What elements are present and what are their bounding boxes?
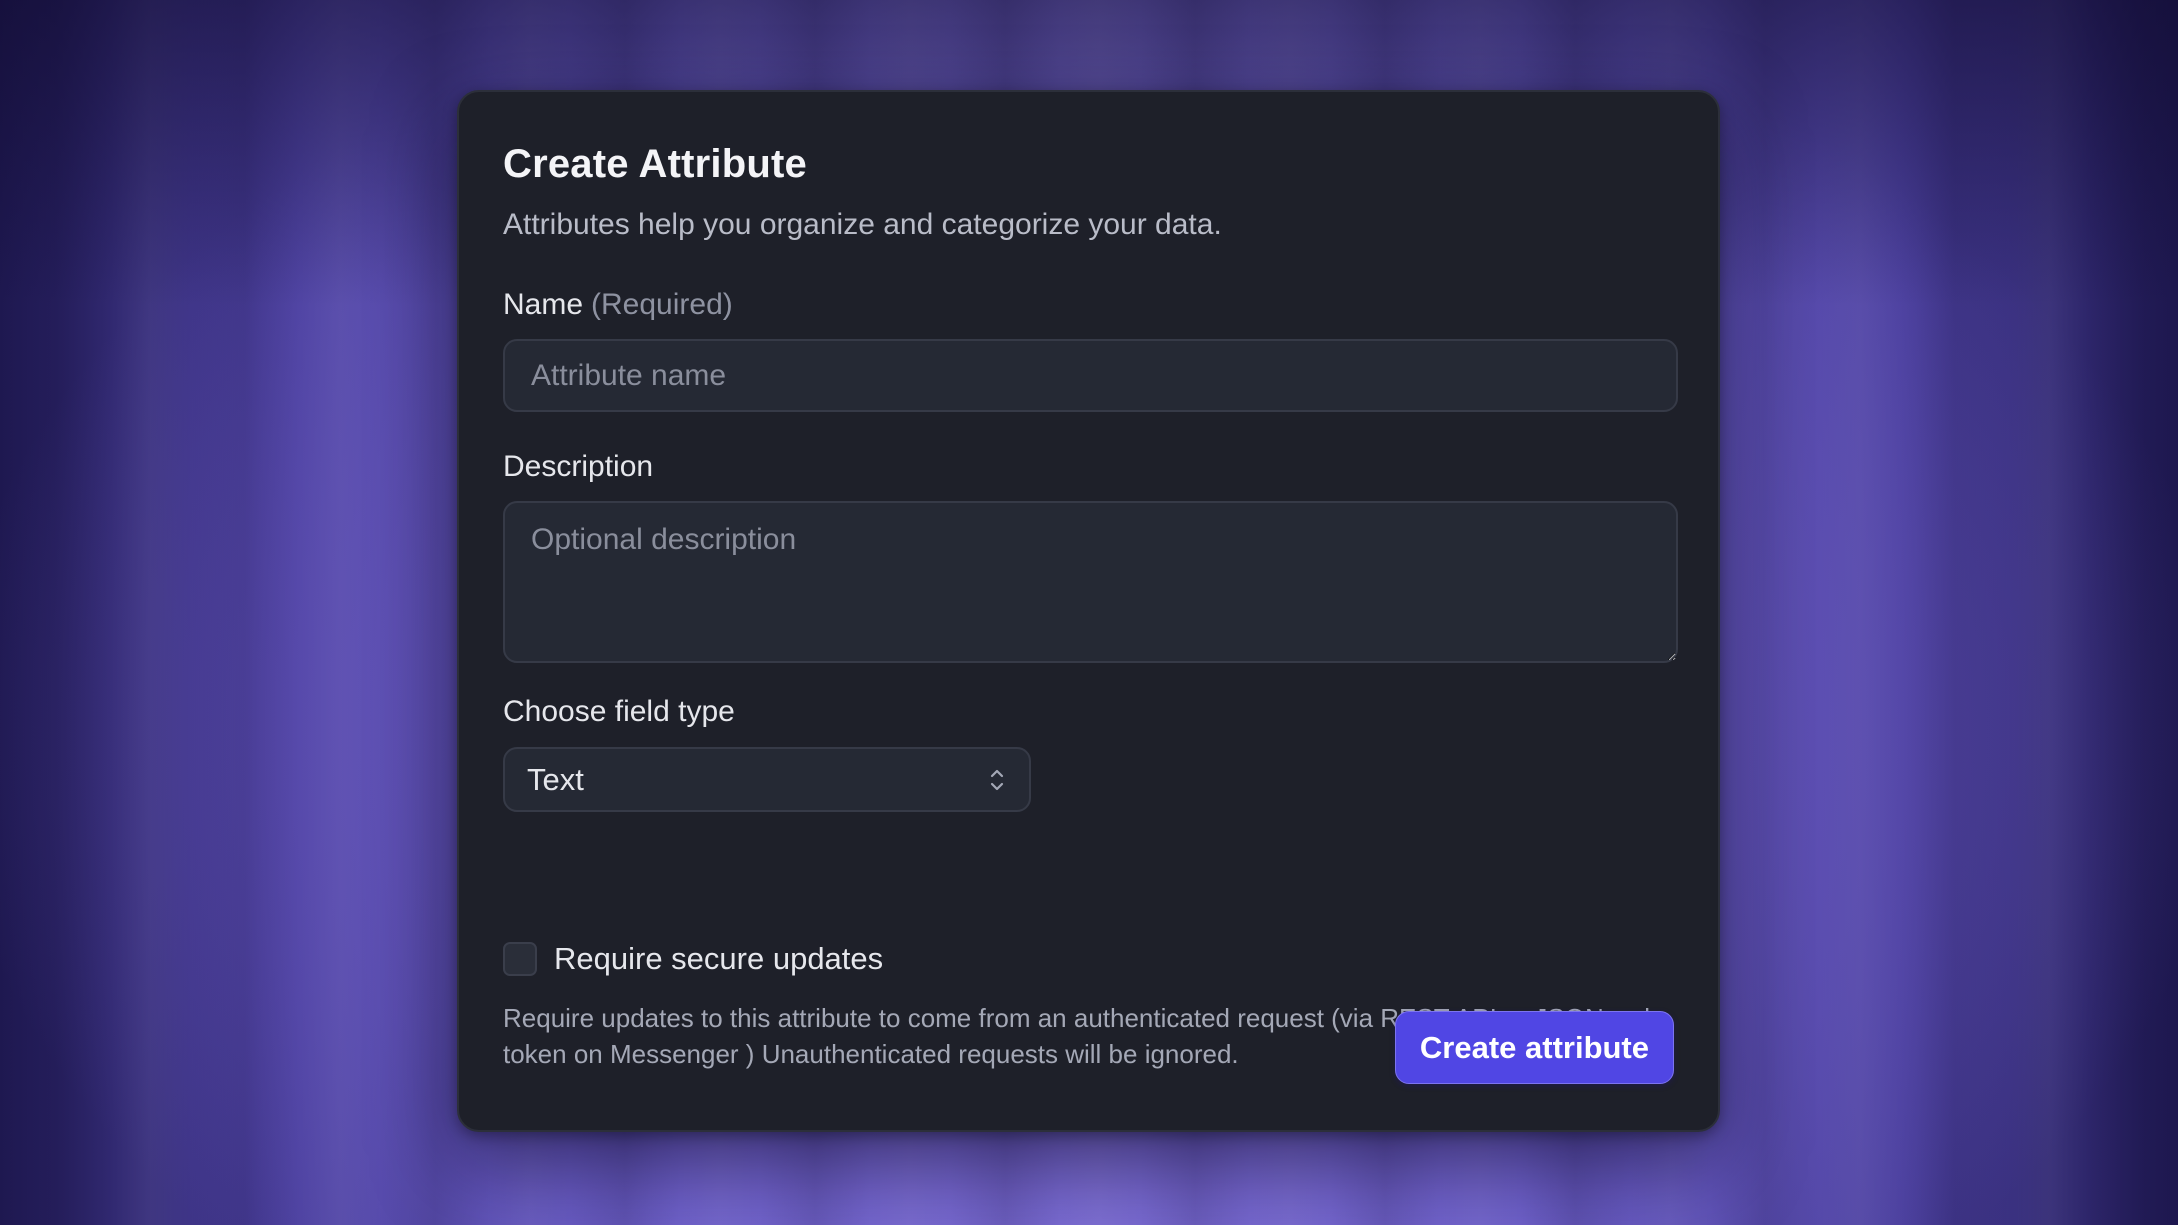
field-type-select[interactable]: Text (503, 747, 1031, 812)
field-type-selected-value: Text (527, 761, 584, 797)
create-attribute-dialog: Create Attribute Attributes help you org… (457, 90, 1720, 1132)
dialog-subtitle: Attributes help you organize and categor… (503, 208, 1222, 241)
name-label-text: Name (503, 288, 584, 321)
description-label: Description (503, 450, 654, 483)
secure-updates-label: Require secure updates (554, 941, 884, 976)
name-label: Name (Required) (503, 288, 733, 322)
chevron-up-down-icon (987, 764, 1007, 796)
create-attribute-button[interactable]: Create attribute (1394, 1011, 1674, 1084)
secure-updates-row[interactable]: Require secure updates (503, 941, 883, 977)
field-type-label: Choose field type (503, 695, 735, 728)
dialog-title: Create Attribute (503, 142, 807, 186)
required-hint: (Required) (591, 288, 733, 321)
description-textarea[interactable] (503, 501, 1678, 663)
secure-updates-checkbox[interactable] (503, 942, 537, 976)
attribute-name-input[interactable] (503, 339, 1678, 412)
